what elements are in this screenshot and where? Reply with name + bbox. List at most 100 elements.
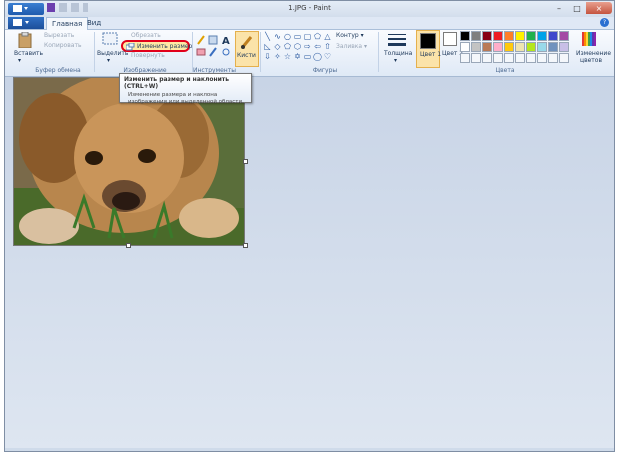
color-swatch[interactable] (504, 42, 514, 52)
paste-button[interactable]: Вставить (14, 50, 43, 57)
color-swatch[interactable] (526, 42, 536, 52)
empty-color-swatch[interactable] (548, 53, 558, 63)
color2-button[interactable]: Цвет 2 (441, 30, 463, 66)
star5-shape-icon: ☆ (283, 52, 292, 61)
brush-icon (240, 36, 253, 49)
canvas-area (5, 77, 614, 451)
clipboard-group-label: Буфер обмена (35, 67, 81, 74)
color-swatch[interactable] (460, 42, 470, 52)
color2-swatch (443, 32, 457, 46)
help-icon[interactable]: ? (600, 18, 609, 27)
edit-colors-icon (582, 32, 596, 46)
line-shape-icon: ╲ (265, 32, 270, 41)
star6-shape-icon: ✡ (294, 52, 301, 61)
curve-shape-icon: ∿ (274, 32, 281, 41)
menu-icon (13, 19, 29, 26)
diamond-shape-icon: ◇ (274, 42, 281, 51)
chevron-down-icon[interactable]: ▾ (18, 57, 21, 64)
file-tab[interactable] (8, 17, 44, 29)
arrow-left-shape-icon: ⇦ (314, 42, 321, 51)
separator (94, 32, 95, 72)
tab-view[interactable]: Вид (82, 17, 106, 29)
color-swatch[interactable] (559, 42, 569, 52)
select-icon (102, 32, 118, 45)
ribbon-tabs: Главная Вид ? (5, 17, 614, 30)
minimize-icon[interactable]: – (550, 2, 568, 14)
ribbon: Вставить ▾ Вырезать Копировать Буфер обм… (5, 30, 614, 77)
arrow-right-shape-icon: ⇨ (304, 42, 311, 51)
color-swatch[interactable] (493, 42, 503, 52)
color-swatch[interactable] (482, 42, 492, 52)
callout-shape-icon: ◯ (313, 52, 322, 61)
color-swatch[interactable] (515, 31, 525, 41)
empty-color-swatch[interactable] (559, 53, 569, 63)
color-swatch[interactable] (537, 31, 547, 41)
chevron-down-icon[interactable]: ▾ (107, 57, 110, 64)
arrow-down-shape-icon: ⇩ (264, 52, 271, 61)
tooltip-description: Изменение размера и наклона изображения … (128, 92, 244, 105)
empty-color-swatch[interactable] (471, 53, 481, 63)
empty-color-swatch[interactable] (515, 53, 525, 63)
resize-handle-corner[interactable] (243, 243, 248, 248)
color-swatch[interactable] (460, 31, 470, 41)
heart-shape-icon: ♡ (323, 52, 332, 61)
resize-icon (126, 43, 135, 51)
empty-color-swatch[interactable] (460, 53, 470, 63)
color-swatch[interactable] (515, 42, 525, 52)
color1-button[interactable]: Цвет 1 (416, 30, 441, 68)
color-palette (460, 31, 569, 63)
title-bar: 1.JPG - Paint – □ × (5, 1, 614, 17)
color-swatch[interactable] (493, 31, 503, 41)
chevron-down-icon[interactable]: ▾ (394, 57, 397, 64)
crop-button[interactable]: Обрезать (131, 32, 161, 39)
fill-button[interactable]: Заливка ▾ (336, 43, 367, 50)
outline-button[interactable]: Контур ▾ (336, 32, 364, 39)
brushes-button[interactable]: Кисти (235, 31, 259, 67)
pentagon-shape-icon: ⬠ (284, 42, 291, 51)
star4-shape-icon: ✧ (274, 52, 281, 61)
resize-button[interactable]: Изменить размер (121, 40, 192, 52)
colors-group-label: Цвета (495, 67, 515, 74)
separator (378, 32, 379, 72)
line-size-icon (388, 34, 406, 46)
empty-color-swatch[interactable] (526, 53, 536, 63)
hexagon-shape-icon: ⬡ (294, 42, 301, 51)
resize-handle-right[interactable] (243, 159, 248, 164)
triangle-shape-icon: ◺ (264, 42, 271, 51)
empty-color-swatch[interactable] (493, 53, 503, 63)
triangle-shape-icon: △ (324, 32, 331, 41)
empty-color-swatch[interactable] (504, 53, 514, 63)
size-button[interactable]: Толщина (384, 50, 412, 57)
paste-icon (18, 32, 32, 48)
edit-colors-button[interactable]: Изменение цветов (576, 50, 611, 64)
empty-color-swatch[interactable] (482, 53, 492, 63)
roundrect-shape-icon: ▢ (303, 32, 312, 41)
copy-button[interactable]: Копировать (44, 42, 81, 49)
color-swatch[interactable] (471, 31, 481, 41)
shapes-group-label: Фигуры (312, 67, 338, 74)
polygon-shape-icon: ⬠ (314, 32, 321, 41)
color-swatch[interactable] (559, 31, 569, 41)
color-swatch[interactable] (548, 42, 558, 52)
rotate-button[interactable]: Повернуть (131, 52, 165, 59)
close-icon[interactable]: × (586, 2, 612, 14)
color-swatch[interactable] (548, 31, 558, 41)
tools-icons[interactable]: A (196, 34, 232, 60)
resize-tooltip: Изменить размер и наклонить (CTRL+W) Изм… (119, 73, 252, 105)
color-swatch[interactable] (482, 31, 492, 41)
status-bar (5, 448, 614, 451)
shapes-gallery[interactable]: ╲ ∿ ○ ▭ ▢ ⬠ △ ◺ ◇ ⬠ ⬡ ⇨ ⇦ ⇧ ⇩ ✧ ☆ ✡ ▭ ◯ ♡ (263, 32, 332, 61)
color-swatch[interactable] (471, 42, 481, 52)
tooltip-title: Изменить размер и наклонить (CTRL+W) (124, 76, 230, 90)
cut-button[interactable]: Вырезать (44, 32, 74, 39)
maximize-icon[interactable]: □ (568, 2, 586, 14)
paint-window: 1.JPG - Paint – □ × Главная Вид ? Встави… (4, 0, 615, 452)
empty-color-swatch[interactable] (537, 53, 547, 63)
color-swatch[interactable] (537, 42, 547, 52)
separator (260, 32, 261, 72)
color-swatch[interactable] (504, 31, 514, 41)
color-swatch[interactable] (526, 31, 536, 41)
arrow-up-shape-icon: ⇧ (324, 42, 331, 51)
svg-text:A: A (222, 36, 230, 47)
resize-handle-bottom[interactable] (126, 243, 131, 248)
